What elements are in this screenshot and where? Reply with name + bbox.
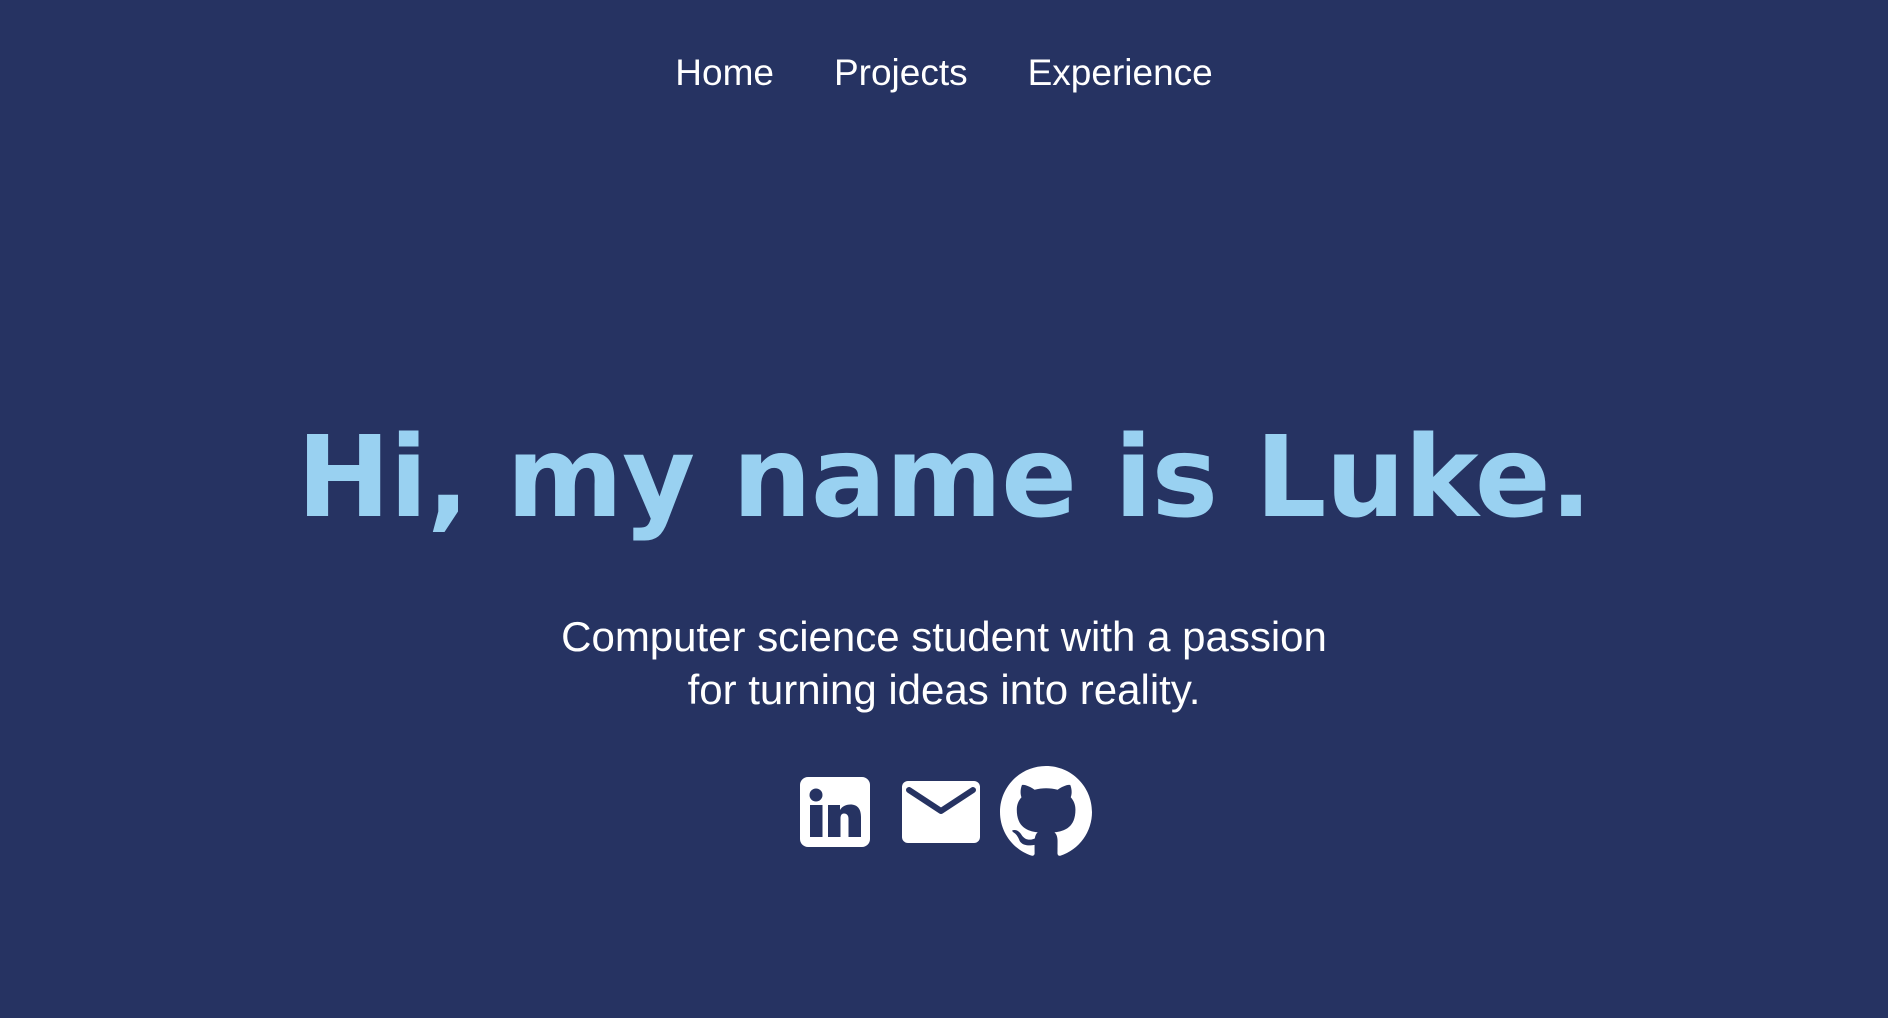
social-links bbox=[800, 766, 1092, 858]
email-link[interactable] bbox=[870, 781, 980, 843]
github-icon bbox=[1000, 766, 1092, 856]
mail-icon bbox=[902, 781, 980, 843]
nav-link-projects[interactable]: Projects bbox=[834, 46, 968, 100]
nav-link-home[interactable]: Home bbox=[675, 46, 774, 100]
top-nav: Home Projects Experience bbox=[0, 46, 1888, 100]
hero-title: Hi, my name is Luke. bbox=[296, 413, 1592, 543]
linkedin-icon bbox=[800, 777, 870, 847]
hero-subtitle: Computer science student with a passion … bbox=[561, 613, 1327, 713]
linkedin-link[interactable] bbox=[800, 777, 870, 847]
nav-link-experience[interactable]: Experience bbox=[1028, 46, 1213, 100]
github-link[interactable] bbox=[980, 766, 1092, 858]
